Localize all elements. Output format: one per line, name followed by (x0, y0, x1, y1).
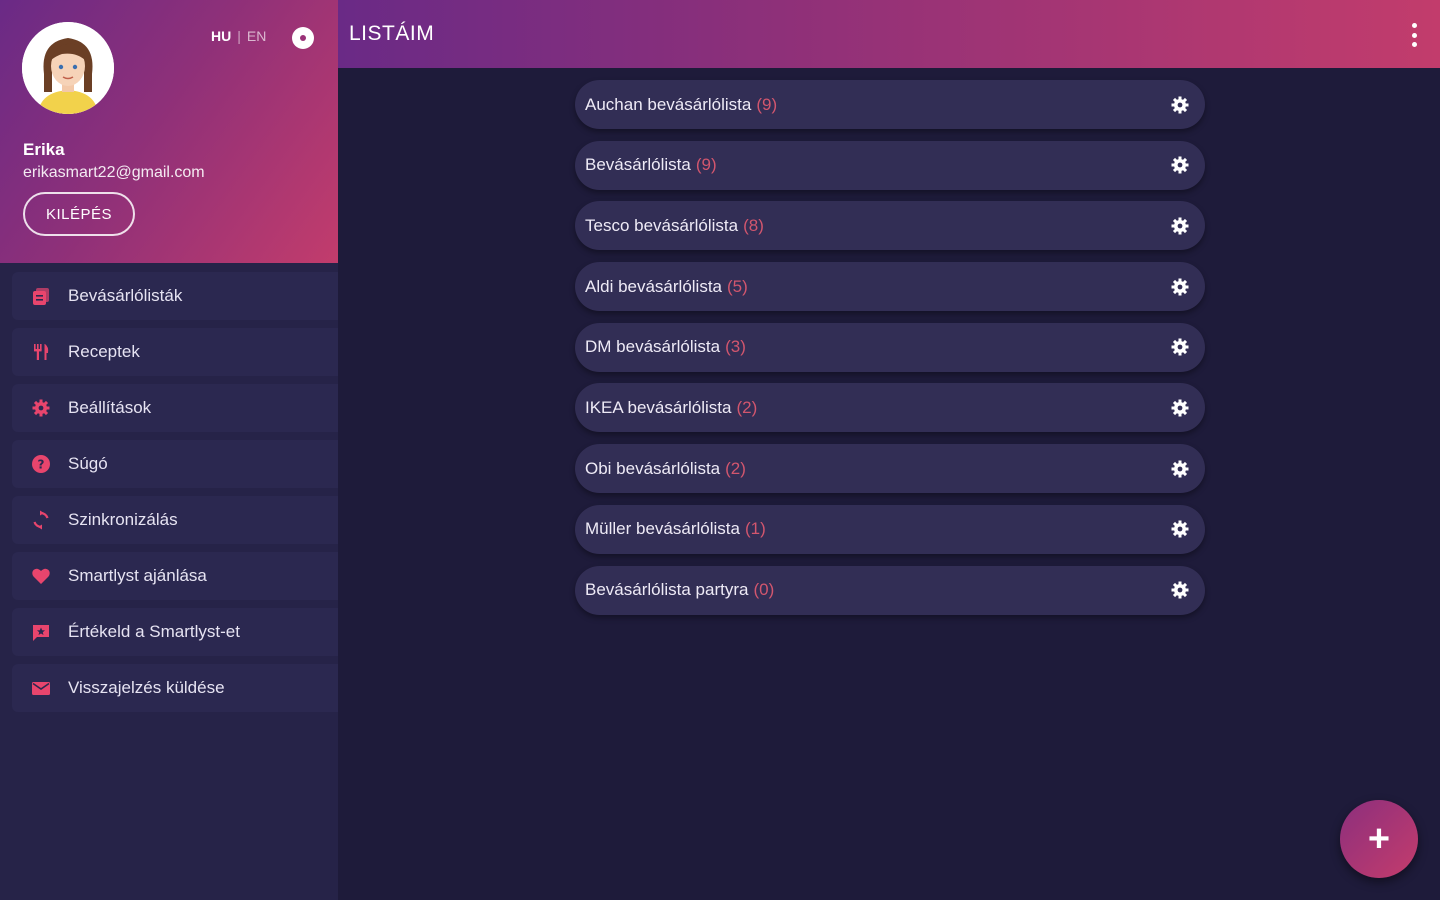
list-name: Tesco bevásárlólista (585, 215, 739, 235)
list-item[interactable]: Bevásárlólista (9) (575, 140, 1205, 190)
sidebar-item-label: Bevásárlólisták (68, 286, 183, 305)
sync-icon (30, 509, 52, 531)
sidebar-item-label: Súgó (68, 454, 108, 473)
list-settings-icon[interactable] (1167, 274, 1193, 300)
sidebar-item-recipes[interactable]: Receptek (12, 328, 338, 376)
add-list-button[interactable]: + (1340, 800, 1418, 878)
sidebar-item-label: Visszajelzés küldése (68, 678, 225, 697)
list-name: Müller bevásárlólista (585, 519, 740, 539)
sidebar-item-label: Értékeld a Smartlyst-et (68, 622, 240, 641)
lang-en-option[interactable]: EN (247, 28, 266, 44)
list-count: (1) (744, 519, 766, 539)
top-app-bar: LISTÁIM (338, 0, 1440, 68)
list-item[interactable]: Tesco bevásárlólista (8) (575, 201, 1205, 251)
list-item[interactable]: IKEA bevásárlólista (2) (575, 383, 1205, 433)
list-name: Aldi bevásárlólista (585, 276, 723, 296)
sidebar-item-rate[interactable]: Értékeld a Smartlyst-et (12, 608, 338, 656)
user-name: Erika (23, 140, 65, 159)
list-settings-icon[interactable] (1167, 456, 1193, 482)
list-settings-icon[interactable] (1167, 577, 1193, 603)
close-drawer-icon[interactable] (292, 27, 314, 49)
avatar[interactable] (22, 22, 114, 114)
lists-icon (30, 285, 52, 307)
list-count: (0) (753, 580, 775, 599)
user-email: erikasmart22@gmail.com (23, 164, 205, 181)
sidebar-item-help[interactable]: ? Súgó (12, 440, 338, 488)
sidebar-item-feedback[interactable]: Visszajelzés küldése (12, 664, 338, 712)
list-item[interactable]: Müller bevásárlólista (1) (575, 504, 1205, 554)
language-switch: HU | EN (211, 28, 266, 44)
list-item[interactable]: Auchan bevásárlólista (9) (575, 80, 1205, 129)
list-name: IKEA bevásárlólista (585, 397, 732, 417)
list-name: Bevásárlólista partyra (585, 580, 749, 599)
list-count: (3) (725, 337, 746, 357)
lang-hu-option[interactable]: HU (211, 28, 231, 44)
list-settings-icon[interactable] (1167, 152, 1193, 178)
list-item[interactable]: DM bevásárlólista (3) (575, 322, 1205, 372)
profile-header: HU | EN Erika erikasmart22@gmail.com KIL… (0, 0, 338, 263)
sidebar-item-sync[interactable]: Szinkronizálás (12, 496, 338, 544)
sidebar-item-recommend[interactable]: Smartlyst ajánlása (12, 552, 338, 600)
svg-text:?: ? (38, 458, 45, 472)
list-settings-icon[interactable] (1167, 92, 1193, 118)
list-item[interactable]: Aldi bevásárlólista (5) (575, 262, 1205, 312)
sidebar-item-settings[interactable]: Beállítások (12, 384, 338, 432)
heart-icon (30, 565, 52, 587)
sidebar: HU | EN Erika erikasmart22@gmail.com KIL… (0, 0, 338, 900)
list-item[interactable]: Bevásárlólista partyra (0) (575, 565, 1205, 615)
list-count: (2) (736, 397, 758, 417)
sidebar-item-label: Smartlyst ajánlása (68, 566, 207, 585)
list-name: Auchan bevásárlólista (585, 94, 752, 114)
cutlery-icon (30, 341, 52, 363)
help-icon: ? (30, 453, 52, 475)
rate-icon (30, 621, 52, 643)
list-name: DM bevásárlólista (585, 337, 721, 357)
list-item[interactable]: Obi bevásárlólista (2) (575, 444, 1205, 494)
logout-button[interactable]: KILÉPÉS (23, 192, 135, 236)
list-name: Bevásárlólista (585, 155, 691, 175)
avatar-illustration (22, 22, 114, 114)
list-count: (5) (727, 276, 748, 296)
sidebar-item-shopping-lists[interactable]: Bevásárlólisták (12, 272, 338, 320)
gear-icon (30, 397, 52, 419)
list-settings-icon[interactable] (1167, 334, 1193, 360)
more-options-icon[interactable] (1404, 20, 1424, 50)
list-settings-icon[interactable] (1167, 213, 1193, 239)
sidebar-item-label: Receptek (68, 342, 140, 361)
sidebar-item-label: Beállítások (68, 398, 152, 417)
lang-separator: | (237, 28, 241, 44)
page-title: LISTÁIM (349, 22, 435, 45)
list-count: (2) (725, 458, 746, 478)
sidebar-item-label: Szinkronizálás (68, 510, 178, 529)
sidebar-nav: Bevásárlólisták Receptek Beállítások ? S… (12, 272, 338, 720)
mail-icon (30, 677, 52, 699)
list-count: (9) (756, 94, 778, 114)
list-count: (9) (695, 155, 717, 175)
shopping-lists: Auchan bevásárlólista (9) Bevásárlólista(… (575, 80, 1205, 626)
list-name: Obi bevásárlólista (585, 458, 721, 478)
list-count: (8) (743, 215, 764, 235)
list-settings-icon[interactable] (1167, 395, 1193, 421)
list-settings-icon[interactable] (1167, 516, 1193, 542)
